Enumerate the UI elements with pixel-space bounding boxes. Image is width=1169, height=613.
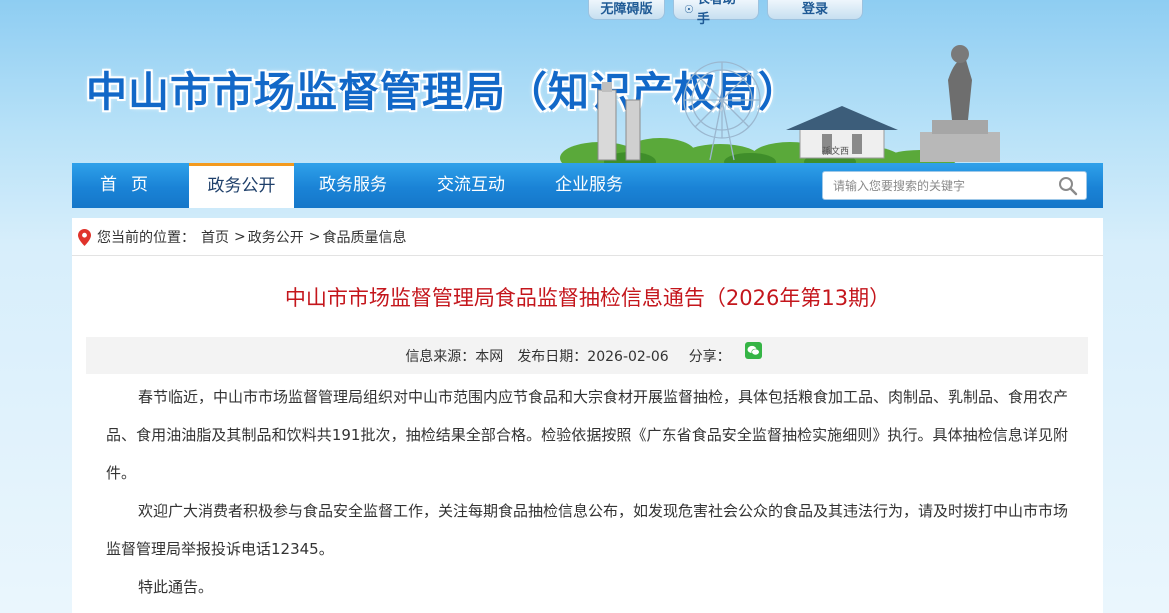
article-title: 中山市市场监督管理局食品监督抽检信息通告（2026年第13期） xyxy=(284,286,891,310)
publish-date: 发布日期：2026-02-06 xyxy=(517,348,669,365)
wechat-share-icon[interactable] xyxy=(744,342,762,359)
breadcrumb-government-affairs[interactable]: 政务公开 xyxy=(248,227,304,247)
memorial-building: 孫文西 xyxy=(786,106,898,159)
breadcrumb-home[interactable]: 首页 xyxy=(201,227,229,247)
search-input[interactable] xyxy=(823,172,1050,199)
nav-government-affairs[interactable]: 政务公开 xyxy=(189,163,294,208)
search-box xyxy=(822,171,1087,200)
search-button[interactable] xyxy=(1050,172,1086,199)
login-label: 登录 xyxy=(801,1,828,17)
elder-assistant-link[interactable]: ☉ 长者助手 xyxy=(673,0,759,27)
divider xyxy=(72,255,1103,256)
breadcrumb-separator: > xyxy=(308,229,321,245)
info-source: 信息来源：本网 xyxy=(405,348,504,365)
breadcrumb-separator: > xyxy=(234,229,246,245)
nav-interaction[interactable]: 交流互动 xyxy=(412,163,530,208)
banner-sign: 孫文西 xyxy=(822,145,849,157)
article-body: 春节临近，中山市市场监督管理局组织对中山市范围内应节食品和大宗食材开展监督抽检，… xyxy=(106,378,1068,606)
article-paragraph: 春节临近，中山市市场监督管理局组织对中山市范围内应节食品和大宗食材开展监督抽检，… xyxy=(106,388,1069,482)
nav-home[interactable]: 首页 xyxy=(72,163,176,208)
top-utility-bar: 无障碍版 ☉ 长者助手 登录 xyxy=(588,0,863,27)
statue xyxy=(920,45,1000,162)
search-icon xyxy=(1059,176,1078,195)
share-label: 分享： xyxy=(688,348,731,365)
accessibility-link[interactable]: 无障碍版 xyxy=(588,0,665,20)
breadcrumb: 您当前的位置： 首页 > 政务公开 > 食品质量信息 xyxy=(78,226,406,248)
accessibility-label: 无障碍版 xyxy=(600,1,653,17)
elder-icon: ☉ xyxy=(684,2,694,16)
login-link[interactable]: 登录 xyxy=(767,0,863,20)
banner-illustration: 孫文西 xyxy=(560,45,1000,165)
article-paragraph: 特此通告。 xyxy=(138,578,214,596)
content-panel: 您当前的位置： 首页 > 政务公开 > 食品质量信息 中山市市场监督管理局食品监… xyxy=(72,218,1103,613)
location-pin-icon xyxy=(78,228,91,246)
article-meta: 信息来源：本网 发布日期：2026-02-06 分享： xyxy=(86,337,1088,374)
share-area: 分享： xyxy=(682,342,769,366)
breadcrumb-food-quality[interactable]: 食品质量信息 xyxy=(322,227,406,247)
article-paragraph: 欢迎广大消费者积极参与食品安全监督工作，关注每期食品抽检信息公布，如发现危害社会… xyxy=(106,502,1069,558)
main-nav: 首页 政务公开 政务服务 交流互动 企业服务 xyxy=(72,163,1103,208)
breadcrumb-label: 您当前的位置： xyxy=(97,230,195,246)
nav-government-services[interactable]: 政务服务 xyxy=(294,163,412,208)
nav-enterprise-services[interactable]: 企业服务 xyxy=(530,163,648,208)
